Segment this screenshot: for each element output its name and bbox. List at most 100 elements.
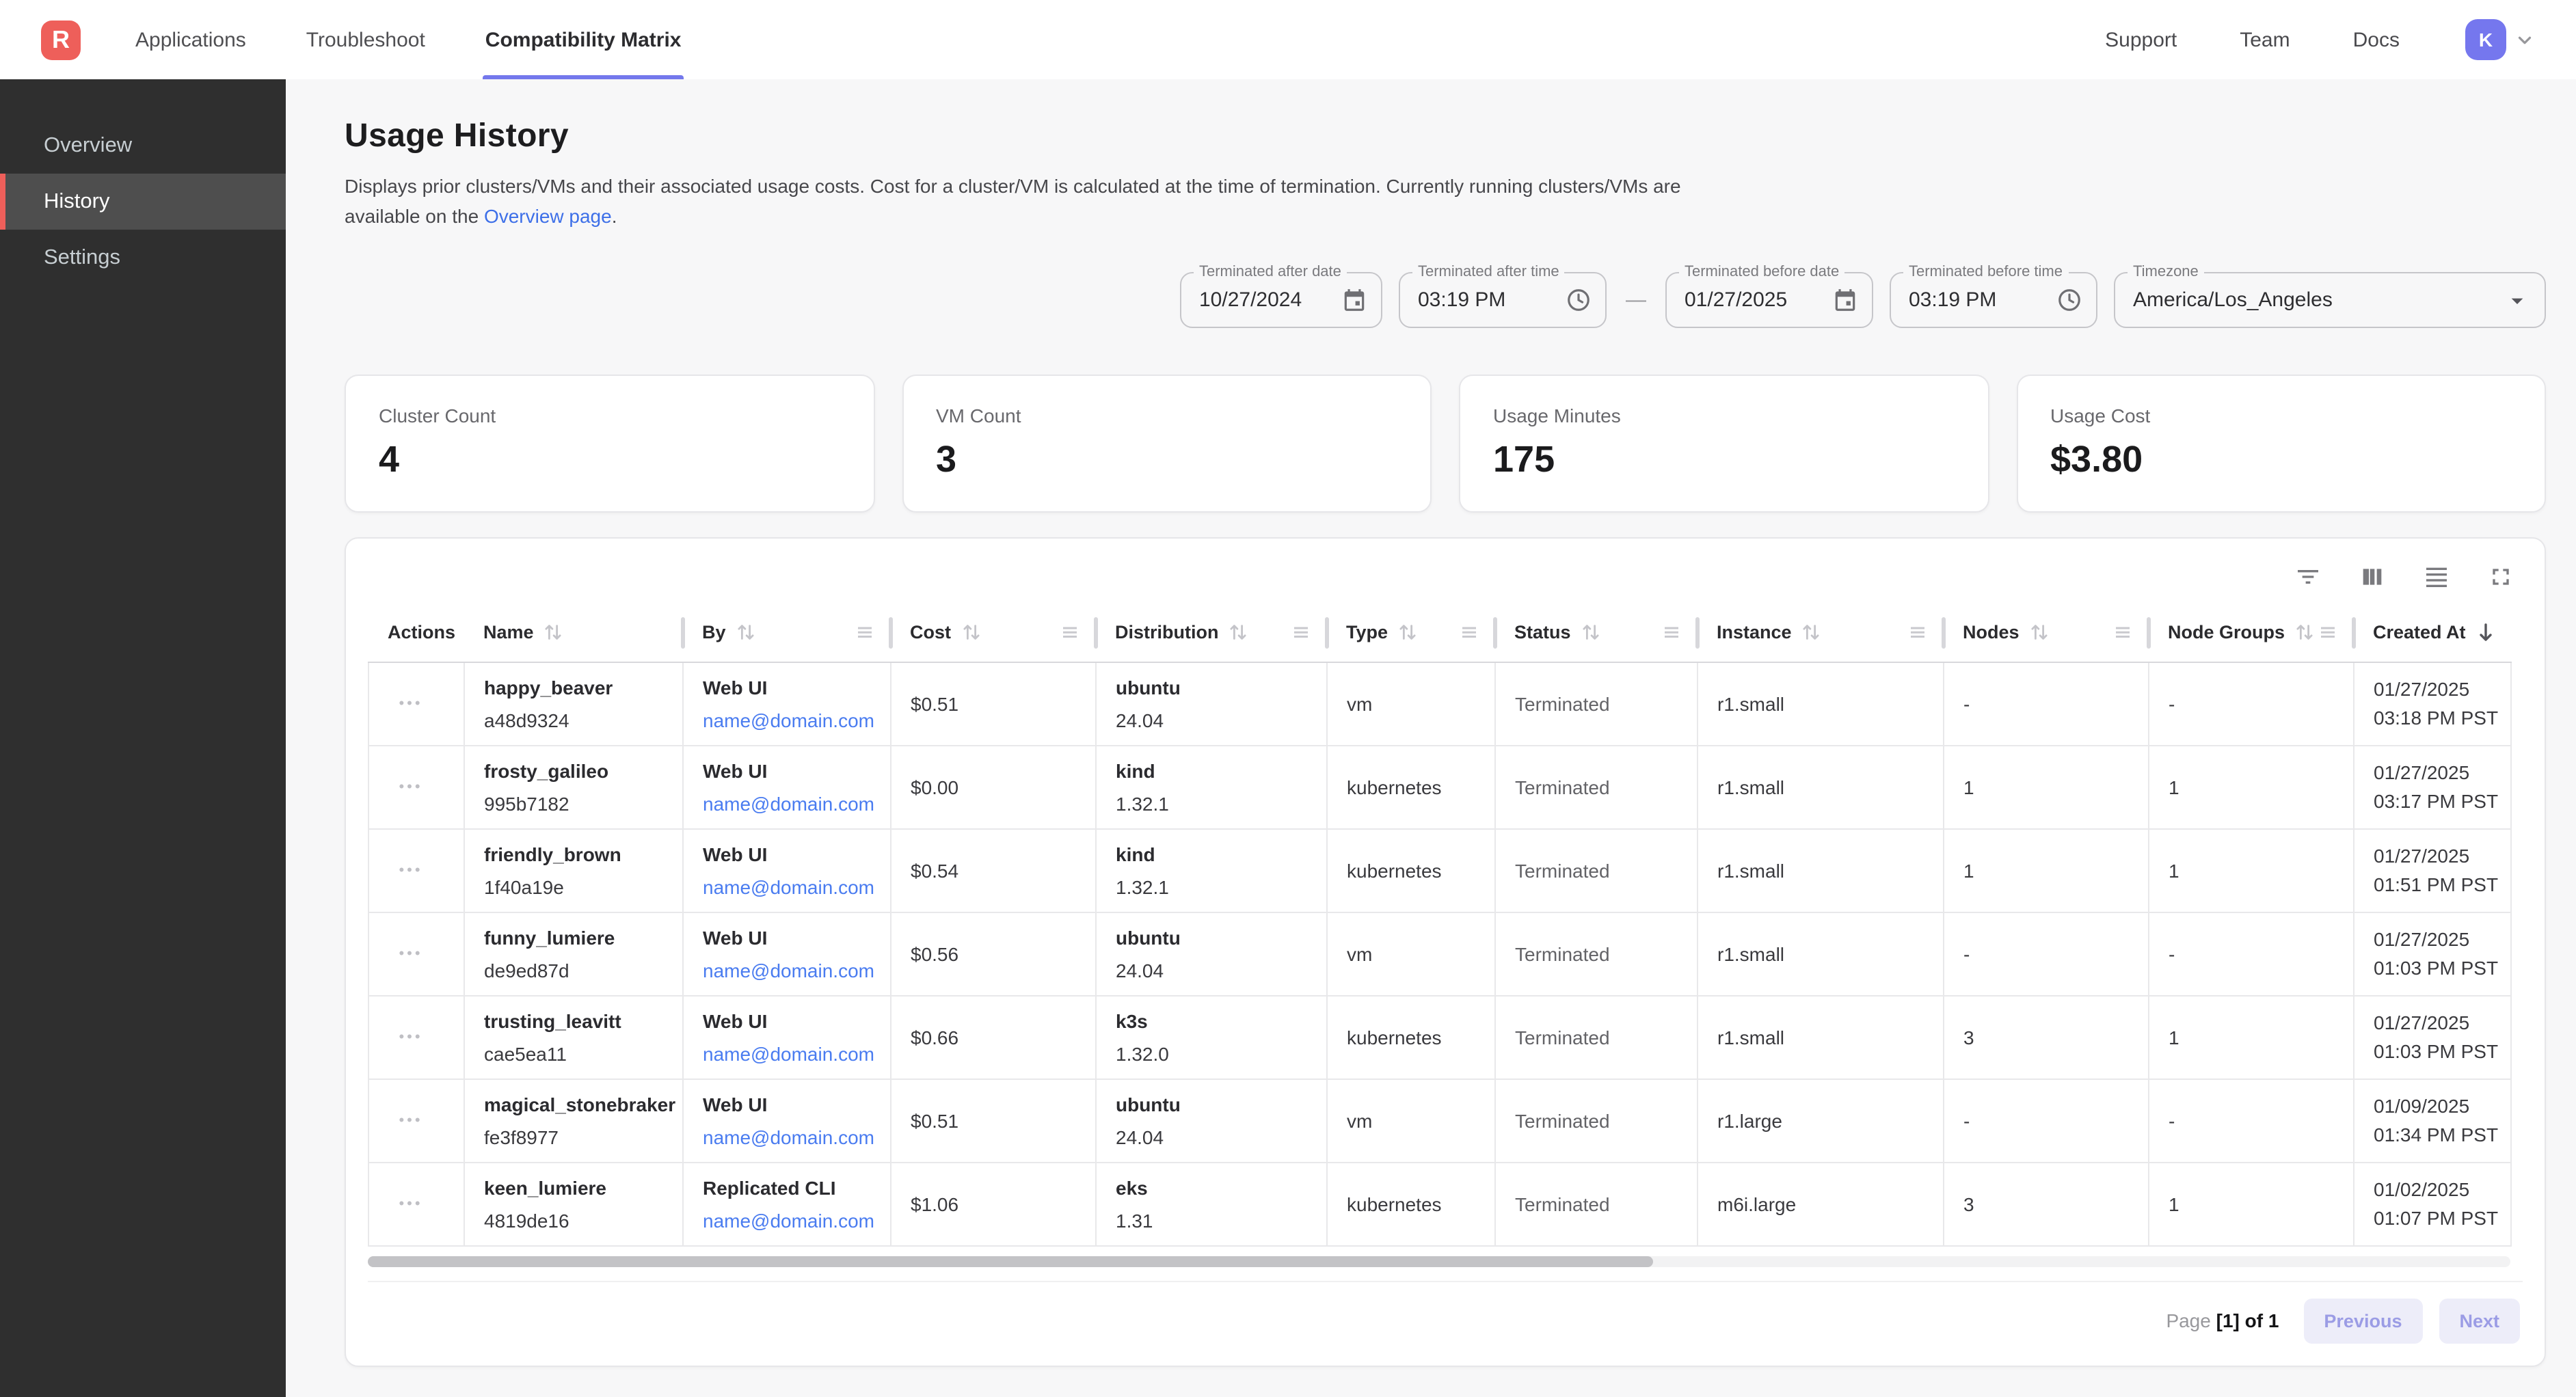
calendar-icon[interactable] [1328, 287, 1367, 313]
terminated-after-date-field[interactable]: Terminated after date 10/27/2024 [1180, 272, 1382, 328]
column-menu-icon[interactable] [1661, 623, 1681, 643]
sort-arrows-icon[interactable] [1801, 623, 1822, 643]
sort-arrows-icon[interactable] [2294, 623, 2315, 643]
cell-status: Terminated [1495, 745, 1698, 828]
columns-icon[interactable] [2359, 563, 2386, 591]
by-email-link[interactable]: name@domain.com [703, 874, 879, 899]
avatar[interactable]: K [2465, 19, 2506, 60]
timezone-select[interactable]: Timezone America/Los_Angeles [2114, 272, 2546, 328]
row-actions-button[interactable]: ••• [393, 690, 428, 717]
fullscreen-icon[interactable] [2487, 563, 2514, 591]
column-menu-icon[interactable] [1290, 623, 1311, 643]
column-menu-icon[interactable] [854, 623, 874, 643]
row-type: kubernetes [1347, 1026, 1442, 1048]
sidebar-item-history[interactable]: History [0, 174, 286, 230]
column-header-distribution[interactable]: Distribution [1096, 604, 1327, 662]
sort-arrows-icon[interactable] [2029, 623, 2050, 643]
terminated-before-date-field[interactable]: Terminated before date 01/27/2025 [1665, 272, 1873, 328]
next-page-button[interactable]: Next [2439, 1298, 2520, 1343]
sort-arrows-icon[interactable] [1581, 623, 1601, 643]
sidebar-item-overview[interactable]: Overview [0, 118, 286, 174]
filter-icon[interactable] [2294, 563, 2322, 591]
column-menu-icon[interactable] [1059, 623, 1079, 643]
nav-link-support[interactable]: Support [2105, 28, 2177, 51]
row-name: funny_lumiere [484, 925, 671, 949]
nav-link-docs[interactable]: Docs [2353, 28, 2400, 51]
row-by-source: Web UI [703, 1008, 879, 1033]
sort-arrows-icon[interactable] [1397, 623, 1418, 643]
sort-arrows-icon[interactable] [736, 623, 756, 643]
nav-link-team[interactable]: Team [2240, 28, 2290, 51]
row-id: 995b7182 [484, 791, 671, 815]
horizontal-scrollbar[interactable] [368, 1256, 2510, 1266]
column-menu-icon[interactable] [1458, 623, 1479, 643]
sort-desc-icon[interactable] [2476, 622, 2497, 644]
row-created-date: 01/27/2025 [2374, 925, 2499, 953]
column-header-by[interactable]: By [683, 604, 891, 662]
cell-cost: $0.51 [891, 1079, 1096, 1162]
cell-by: Replicated CLIname@domain.com [683, 1162, 891, 1245]
row-actions-button[interactable]: ••• [393, 1190, 428, 1217]
column-header-node-groups[interactable]: Node Groups [2149, 604, 2354, 662]
column-menu-icon[interactable] [2317, 623, 2337, 643]
column-header-status[interactable]: Status [1495, 604, 1698, 662]
row-actions-button[interactable]: ••• [393, 1107, 428, 1134]
by-email-link[interactable]: name@domain.com [703, 958, 879, 982]
calendar-icon[interactable] [1819, 287, 1858, 313]
row-id: 4819de16 [484, 1208, 671, 1232]
overview-page-link[interactable]: Overview page [484, 204, 612, 226]
row-actions-button[interactable]: ••• [393, 940, 428, 967]
row-created-date: 01/27/2025 [2374, 758, 2499, 787]
dropdown-arrow-icon[interactable] [2490, 286, 2531, 314]
sort-arrows-icon[interactable] [1229, 623, 1249, 643]
previous-page-button[interactable]: Previous [2303, 1298, 2422, 1343]
tab-compatibility-matrix[interactable]: Compatibility Matrix [485, 0, 682, 79]
column-header-type[interactable]: Type [1327, 604, 1495, 662]
by-email-link[interactable]: name@domain.com [703, 791, 879, 815]
main-tabs: Applications Troubleshoot Compatibility Ma… [135, 0, 682, 79]
tab-applications[interactable]: Applications [135, 0, 246, 79]
replicated-logo[interactable]: R [41, 20, 81, 59]
row-node-groups: 1 [2169, 776, 2179, 798]
terminated-before-time-field[interactable]: Terminated before time 03:19 PM [1890, 272, 2097, 328]
terminated-after-time-field[interactable]: Terminated after time 03:19 PM [1399, 272, 1607, 328]
column-menu-icon[interactable] [1907, 623, 1927, 643]
cell-name: happy_beavera48d9324 [464, 662, 683, 745]
row-nodes: - [1963, 1109, 1970, 1131]
row-actions-button[interactable]: ••• [393, 856, 428, 884]
sort-arrows-icon[interactable] [544, 623, 564, 643]
column-header-created-at[interactable]: Created At [2354, 604, 2511, 662]
main-content: Usage History Displays prior clusters/VM… [286, 79, 2576, 1397]
nav-right: Support Team Docs K [2105, 19, 2535, 60]
column-header-cost[interactable]: Cost [891, 604, 1096, 662]
by-email-link[interactable]: name@domain.com [703, 1041, 879, 1066]
stat-label: VM Count [936, 405, 1397, 426]
column-menu-icon[interactable] [2112, 623, 2132, 643]
tab-troubleshoot[interactable]: Troubleshoot [306, 0, 425, 79]
clock-icon[interactable] [2043, 287, 2082, 313]
usage-history-table: ActionsNameByCostDistributionTypeStatusI… [368, 604, 2512, 1246]
by-email-link[interactable]: name@domain.com [703, 1208, 879, 1232]
row-cost: $0.56 [911, 942, 958, 964]
row-version: 1.32.0 [1116, 1041, 1315, 1066]
clock-icon[interactable] [1552, 287, 1592, 313]
column-header-name[interactable]: Name [464, 604, 683, 662]
page-indicator-label: Page [2166, 1310, 2210, 1331]
by-email-link[interactable]: name@domain.com [703, 1124, 879, 1149]
sidebar-item-settings[interactable]: Settings [0, 230, 286, 286]
row-actions-button[interactable]: ••• [393, 1023, 428, 1050]
row-distribution: kind [1116, 841, 1315, 866]
account-menu[interactable]: K [2465, 19, 2535, 60]
density-icon[interactable] [2423, 563, 2450, 591]
row-actions-button[interactable]: ••• [393, 773, 428, 800]
chevron-down-icon[interactable] [2514, 29, 2535, 50]
row-id: a48d9324 [484, 707, 671, 732]
column-header-nodes[interactable]: Nodes [1944, 604, 2149, 662]
column-header-instance[interactable]: Instance [1698, 604, 1944, 662]
row-version: 24.04 [1116, 1124, 1315, 1149]
scrollbar-thumb[interactable] [368, 1256, 1653, 1266]
by-email-link[interactable]: name@domain.com [703, 707, 879, 732]
row-type: kubernetes [1347, 776, 1442, 798]
sort-arrows-icon[interactable] [961, 623, 981, 643]
row-instance: r1.small [1717, 942, 1784, 964]
